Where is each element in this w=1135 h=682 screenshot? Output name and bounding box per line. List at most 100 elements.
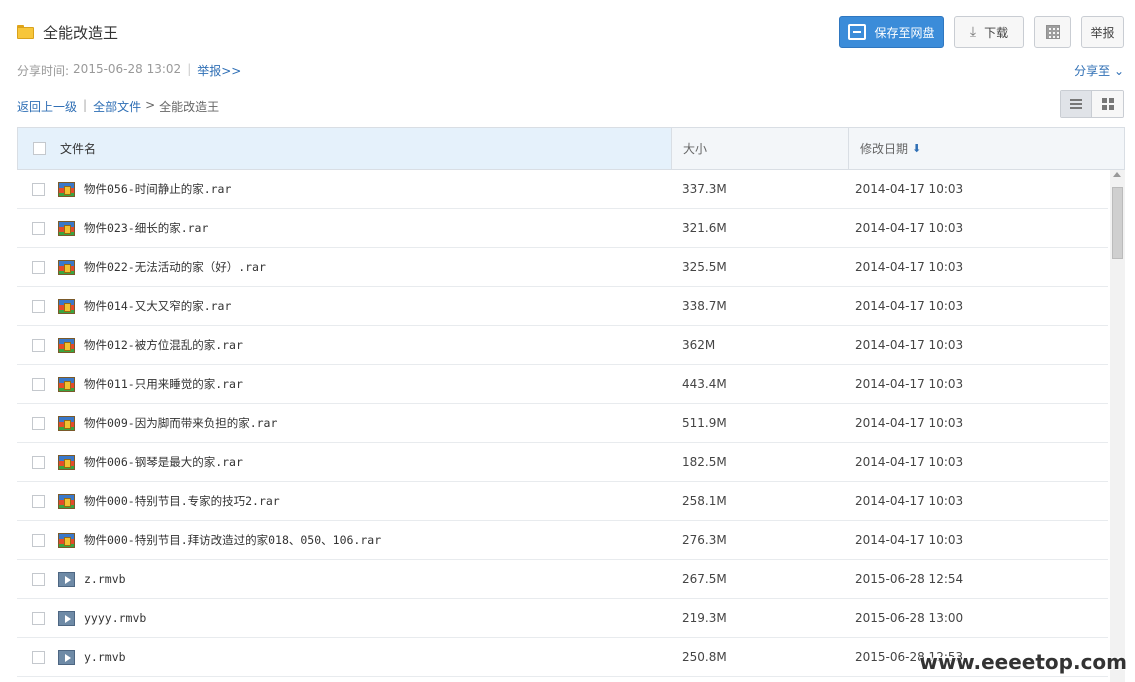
file-table: 文件名 大小 修改日期 ⬇ 物件056-时间静止的家.rar 337.3M 2014…	[17, 127, 1125, 682]
scroll-up-icon[interactable]	[1113, 172, 1121, 177]
file-name[interactable]: 物件023-细长的家.rar	[84, 220, 208, 236]
row-checkbox[interactable]	[32, 455, 45, 469]
file-name-cell: 物件022-无法活动的家（好）.rar	[17, 259, 671, 275]
download-button[interactable]: ⤓ 下载	[954, 16, 1024, 48]
column-date[interactable]: 修改日期 ⬇	[849, 128, 1124, 169]
file-name[interactable]: 物件009-因为脚而带来负担的家.rar	[84, 415, 277, 431]
file-name[interactable]: 物件022-无法活动的家（好）.rar	[84, 259, 266, 275]
row-checkbox[interactable]	[32, 572, 45, 586]
file-name-cell: 物件023-细长的家.rar	[17, 220, 671, 236]
file-size: 337.3M	[682, 182, 727, 196]
table-row[interactable]: 物件011-只用来睡觉的家.rar 443.4M 2014-04-17 10:03	[17, 365, 1108, 404]
row-checkbox[interactable]	[32, 533, 45, 547]
rar-archive-icon	[58, 259, 75, 275]
report-link[interactable]: 举报>>	[197, 62, 241, 79]
folder-icon	[17, 25, 34, 39]
video-file-icon	[58, 610, 75, 626]
row-checkbox[interactable]	[32, 182, 45, 196]
column-name[interactable]: 文件名	[18, 128, 672, 169]
breadcrumb-back-link[interactable]: 返回上一级	[17, 98, 77, 115]
column-date-label: 修改日期	[860, 142, 909, 156]
watermark: www.eeeetop.com	[919, 650, 1127, 674]
table-row[interactable]: 物件000-特别节目.拜访改造过的家018、050、106.rar 276.3M 2…	[17, 521, 1108, 560]
file-date: 2014-04-17 10:03	[855, 182, 964, 196]
table-row[interactable]: 物件022-无法活动的家（好）.rar 325.5M 2014-04-17 10:0…	[17, 248, 1108, 287]
file-date: 2014-04-17 10:03	[855, 260, 964, 274]
share-to-label: 分享至	[1074, 64, 1111, 78]
breadcrumb: 返回上一级 | 全部文件 > 全能改造王	[17, 98, 219, 115]
file-date: 2014-04-17 10:03	[855, 533, 964, 547]
meta-divider: |	[187, 62, 192, 76]
file-size: 267.5M	[682, 572, 727, 586]
file-size: 182.5M	[682, 455, 727, 469]
scrollbar[interactable]	[1110, 170, 1125, 682]
row-checkbox[interactable]	[32, 611, 45, 625]
row-checkbox[interactable]	[32, 377, 45, 391]
rar-archive-icon	[58, 532, 75, 548]
list-icon	[1070, 99, 1082, 109]
table-row[interactable]: yyyy.rmvb 219.3M 2015-06-28 13:00	[17, 599, 1108, 638]
file-name[interactable]: 物件006-钢琴是最大的家.rar	[84, 454, 243, 470]
qrcode-button[interactable]	[1034, 16, 1071, 48]
qrcode-icon	[1045, 25, 1060, 39]
file-name[interactable]: 物件000-特别节目.拜访改造过的家018、050、106.rar	[84, 532, 381, 548]
row-checkbox[interactable]	[32, 494, 45, 508]
table-row[interactable]: 物件014-又大又窄的家.rar 338.7M 2014-04-17 10:03	[17, 287, 1108, 326]
rar-archive-icon	[58, 220, 75, 236]
grid-icon	[1101, 98, 1114, 110]
row-checkbox[interactable]	[32, 650, 45, 664]
table-row[interactable]: 物件023-细长的家.rar 321.6M 2014-04-17 10:03	[17, 209, 1108, 248]
table-row[interactable]: 物件000-特别节目.专家的技巧2.rar 258.1M 2014-04-17 10…	[17, 482, 1108, 521]
rar-archive-icon	[58, 298, 75, 314]
file-name[interactable]: z.rmvb	[84, 572, 126, 586]
row-checkbox[interactable]	[32, 338, 45, 352]
file-name-cell: z.rmvb	[17, 571, 671, 587]
file-date: 2015-06-28 12:54	[855, 572, 964, 586]
file-name[interactable]: 物件000-特别节目.专家的技巧2.rar	[84, 493, 280, 509]
scroll-thumb[interactable]	[1112, 187, 1123, 259]
rar-archive-icon	[58, 493, 75, 509]
file-date: 2015-06-28 13:00	[855, 611, 964, 625]
share-meta: 分享时间: 2015-06-28 13:02 | 举报>>	[17, 62, 241, 79]
column-size[interactable]: 大小	[672, 128, 849, 169]
row-checkbox[interactable]	[32, 221, 45, 235]
share-time: 2015-06-28 13:02	[73, 62, 182, 76]
table-row[interactable]: z.rmvb 267.5M 2015-06-28 12:54	[17, 560, 1108, 599]
rar-archive-icon	[58, 454, 75, 470]
column-name-label: 文件名	[60, 142, 97, 156]
file-name[interactable]: 物件056-时间静止的家.rar	[84, 181, 231, 197]
file-size: 362M	[682, 338, 716, 352]
breadcrumb-all-files-link[interactable]: 全部文件	[93, 98, 141, 115]
file-date: 2014-04-17 10:03	[855, 338, 964, 352]
file-name[interactable]: 物件012-被方位混乱的家.rar	[84, 337, 243, 353]
rar-archive-icon	[58, 181, 75, 197]
download-button-label: 下载	[984, 25, 1009, 40]
file-name-cell: 物件012-被方位混乱的家.rar	[17, 337, 671, 353]
video-file-icon	[58, 649, 75, 665]
breadcrumb-divider: |	[83, 98, 88, 112]
table-row[interactable]: 物件012-被方位混乱的家.rar 362M 2014-04-17 10:03	[17, 326, 1108, 365]
select-all-checkbox[interactable]	[33, 142, 46, 155]
file-name-cell: yyyy.rmvb	[17, 610, 671, 626]
share-to-menu[interactable]: 分享至 ⌄	[1074, 62, 1124, 79]
table-row[interactable]: 物件056-时间静止的家.rar 337.3M 2014-04-17 10:03	[17, 170, 1108, 209]
report-button[interactable]: 举报	[1081, 16, 1124, 48]
file-name-cell: 物件000-特别节目.专家的技巧2.rar	[17, 493, 671, 509]
share-time-label: 分享时间:	[17, 64, 70, 78]
row-checkbox[interactable]	[32, 299, 45, 313]
file-size: 250.8M	[682, 650, 727, 664]
file-name-cell: 物件000-特别节目.拜访改造过的家018、050、106.rar	[17, 532, 671, 548]
file-name[interactable]: y.rmvb	[84, 650, 126, 664]
grid-view-button[interactable]	[1092, 91, 1123, 117]
table-row[interactable]: 物件009-因为脚而带来负担的家.rar 511.9M 2014-04-17 10:…	[17, 404, 1108, 443]
file-name[interactable]: 物件014-又大又窄的家.rar	[84, 298, 231, 314]
file-name[interactable]: yyyy.rmvb	[84, 611, 146, 625]
rar-archive-icon	[58, 415, 75, 431]
table-row[interactable]: 物件006-钢琴是最大的家.rar 182.5M 2014-04-17 10:03	[17, 443, 1108, 482]
save-to-netdisk-button[interactable]: 保存至网盘	[839, 16, 944, 48]
row-checkbox[interactable]	[32, 416, 45, 430]
list-view-button[interactable]	[1061, 91, 1092, 117]
row-checkbox[interactable]	[32, 260, 45, 274]
file-name[interactable]: 物件011-只用来睡觉的家.rar	[84, 376, 243, 392]
file-size: 443.4M	[682, 377, 727, 391]
